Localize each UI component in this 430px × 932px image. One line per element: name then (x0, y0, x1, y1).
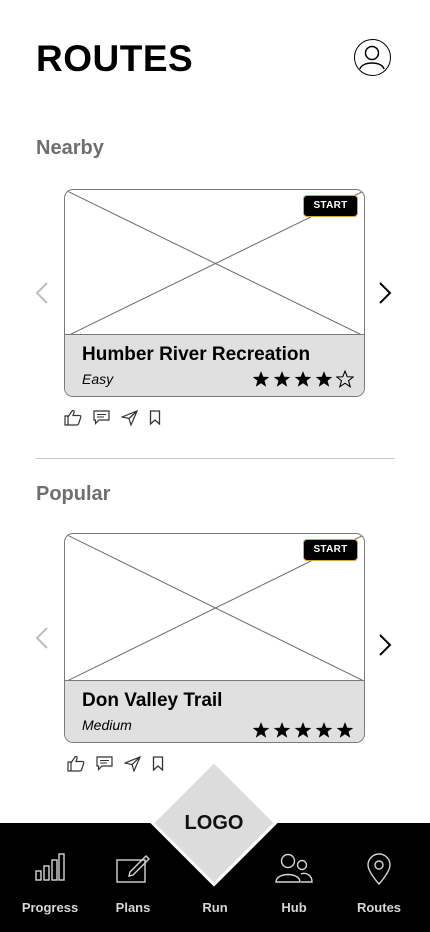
logo-button[interactable]: LOGO (154, 763, 274, 883)
bookmark-icon[interactable] (149, 410, 161, 425)
route-card[interactable]: START Don Valley Trail Medium (64, 533, 365, 743)
nav-label: Hub (281, 900, 307, 915)
thumbs-up-icon[interactable] (64, 409, 82, 426)
user-circle-icon[interactable] (354, 39, 391, 76)
route-name: Humber River Recreation (82, 344, 311, 365)
thumbs-up-icon[interactable] (67, 755, 85, 772)
star-filled-icon (315, 722, 333, 738)
star-filled-icon (273, 371, 291, 387)
star-filled-icon (252, 722, 270, 738)
section-label-popular: Popular (36, 483, 111, 505)
star-filled-icon (273, 722, 291, 738)
bar-chart-icon (35, 853, 65, 881)
star-outline-icon (336, 370, 354, 388)
card-footer: Don Valley Trail Medium (65, 680, 364, 742)
route-difficulty: Easy (82, 371, 114, 387)
chevron-left-icon[interactable] (35, 627, 49, 649)
nav-item-plans[interactable]: Plans (93, 823, 173, 932)
chevron-right-icon[interactable] (378, 282, 392, 304)
card-footer: Humber River Recreation Easy (65, 334, 364, 396)
logo: LOGO (184, 812, 244, 834)
users-icon (275, 853, 313, 883)
route-difficulty: Medium (82, 717, 132, 733)
edit-icon (116, 855, 150, 883)
comment-icon[interactable] (96, 756, 113, 771)
page-title: ROUTES (36, 38, 194, 79)
start-button[interactable]: START (303, 195, 358, 217)
star-filled-icon (336, 722, 354, 738)
chevron-right-icon[interactable] (378, 634, 392, 656)
nav-item-hub[interactable]: Hub (254, 823, 334, 932)
nav-item-progress[interactable]: Progress (10, 823, 90, 932)
star-filled-icon (252, 371, 270, 387)
card-actions (64, 409, 161, 426)
star-filled-icon (294, 371, 312, 387)
card-actions (67, 755, 164, 772)
send-icon[interactable] (124, 755, 141, 772)
rating-stars (252, 721, 354, 739)
bookmark-icon[interactable] (152, 756, 164, 771)
comment-icon[interactable] (93, 410, 110, 425)
nav-item-routes[interactable]: Routes (339, 823, 419, 932)
rating-stars (252, 370, 354, 388)
chevron-left-icon[interactable] (35, 282, 49, 304)
map-pin-icon (367, 853, 391, 885)
star-filled-icon (315, 371, 333, 387)
star-filled-icon (294, 722, 312, 738)
nav-label: Routes (356, 900, 402, 915)
route-name: Don Valley Trail (82, 690, 223, 711)
nav-label: Run (202, 900, 228, 915)
section-label-nearby: Nearby (36, 137, 104, 159)
nav-label: Plans (115, 900, 151, 915)
section-divider (36, 458, 395, 459)
route-card[interactable]: START Humber River Recreation Easy (64, 189, 365, 397)
nav-label: Progress (21, 900, 79, 915)
start-button[interactable]: START (303, 539, 358, 561)
send-icon[interactable] (121, 409, 138, 426)
